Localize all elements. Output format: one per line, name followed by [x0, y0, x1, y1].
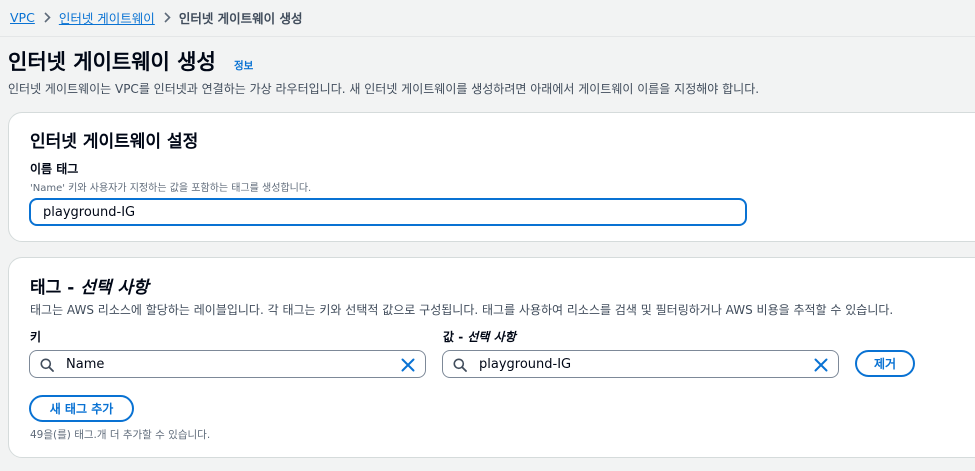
tags-panel-title: 태그 - 선택 사항	[30, 273, 149, 298]
name-tag-label: 이름 태그	[30, 162, 79, 176]
info-link[interactable]: 정보	[234, 58, 253, 73]
tag-value-label: 값 - 선택 사항	[443, 328, 516, 345]
breadcrumb-vpc-link[interactable]: VPC	[10, 10, 35, 25]
chevron-right-icon	[163, 11, 171, 23]
breadcrumb-current: 인터넷 게이트웨이 생성	[178, 10, 303, 26]
add-new-tag-button[interactable]: 새 태그 추가	[29, 395, 134, 422]
tags-title-optional: 선택 사항	[80, 278, 149, 298]
tag-key-field[interactable]	[29, 350, 426, 378]
search-icon	[453, 357, 467, 372]
name-tag-hint: 'Name' 키와 사용자가 지정하는 값을 포함하는 태그를 생성합니다.	[30, 183, 312, 194]
tags-description: 태그는 AWS 리소스에 할당하는 레이블입니다. 각 태그는 키와 선택적 값…	[30, 303, 894, 317]
internet-gateway-settings-panel: 인터넷 게이트웨이 설정 이름 태그 'Name' 키와 사용자가 지정하는 값…	[8, 112, 975, 242]
breadcrumb: VPC 인터넷 게이트웨이 인터넷 게이트웨이 생성	[10, 7, 303, 27]
tags-panel: 태그 - 선택 사항 태그는 AWS 리소스에 할당하는 레이블입니다. 각 태…	[8, 257, 975, 458]
page-title: 인터넷 게이트웨이 생성	[8, 50, 216, 74]
tag-value-input[interactable]	[479, 354, 799, 374]
close-icon[interactable]	[401, 357, 415, 372]
tags-title-main: 태그 -	[30, 278, 81, 298]
tags-remaining-text: 49을(를) 태그.개 더 추가할 수 있습니다.	[30, 429, 211, 441]
tag-key-label: 키	[30, 330, 42, 344]
close-icon[interactable]	[814, 357, 828, 372]
value-label-main: 값 -	[443, 330, 468, 344]
page-description: 인터넷 게이트웨이는 VPC를 인터넷과 연결하는 가상 라우터입니다. 새 인…	[8, 82, 760, 96]
tag-value-field[interactable]	[442, 350, 839, 378]
chevron-right-icon	[43, 11, 51, 23]
value-label-optional: 선택 사항	[467, 330, 516, 344]
search-icon	[40, 357, 54, 372]
tag-key-input[interactable]	[66, 354, 386, 374]
breadcrumb-internet-gateway-link[interactable]: 인터넷 게이트웨이	[59, 8, 155, 27]
name-tag-input[interactable]	[29, 198, 747, 226]
settings-panel-title: 인터넷 게이트웨이 설정	[30, 132, 199, 152]
header-divider	[0, 36, 975, 37]
remove-tag-button[interactable]: 제거	[855, 350, 915, 377]
